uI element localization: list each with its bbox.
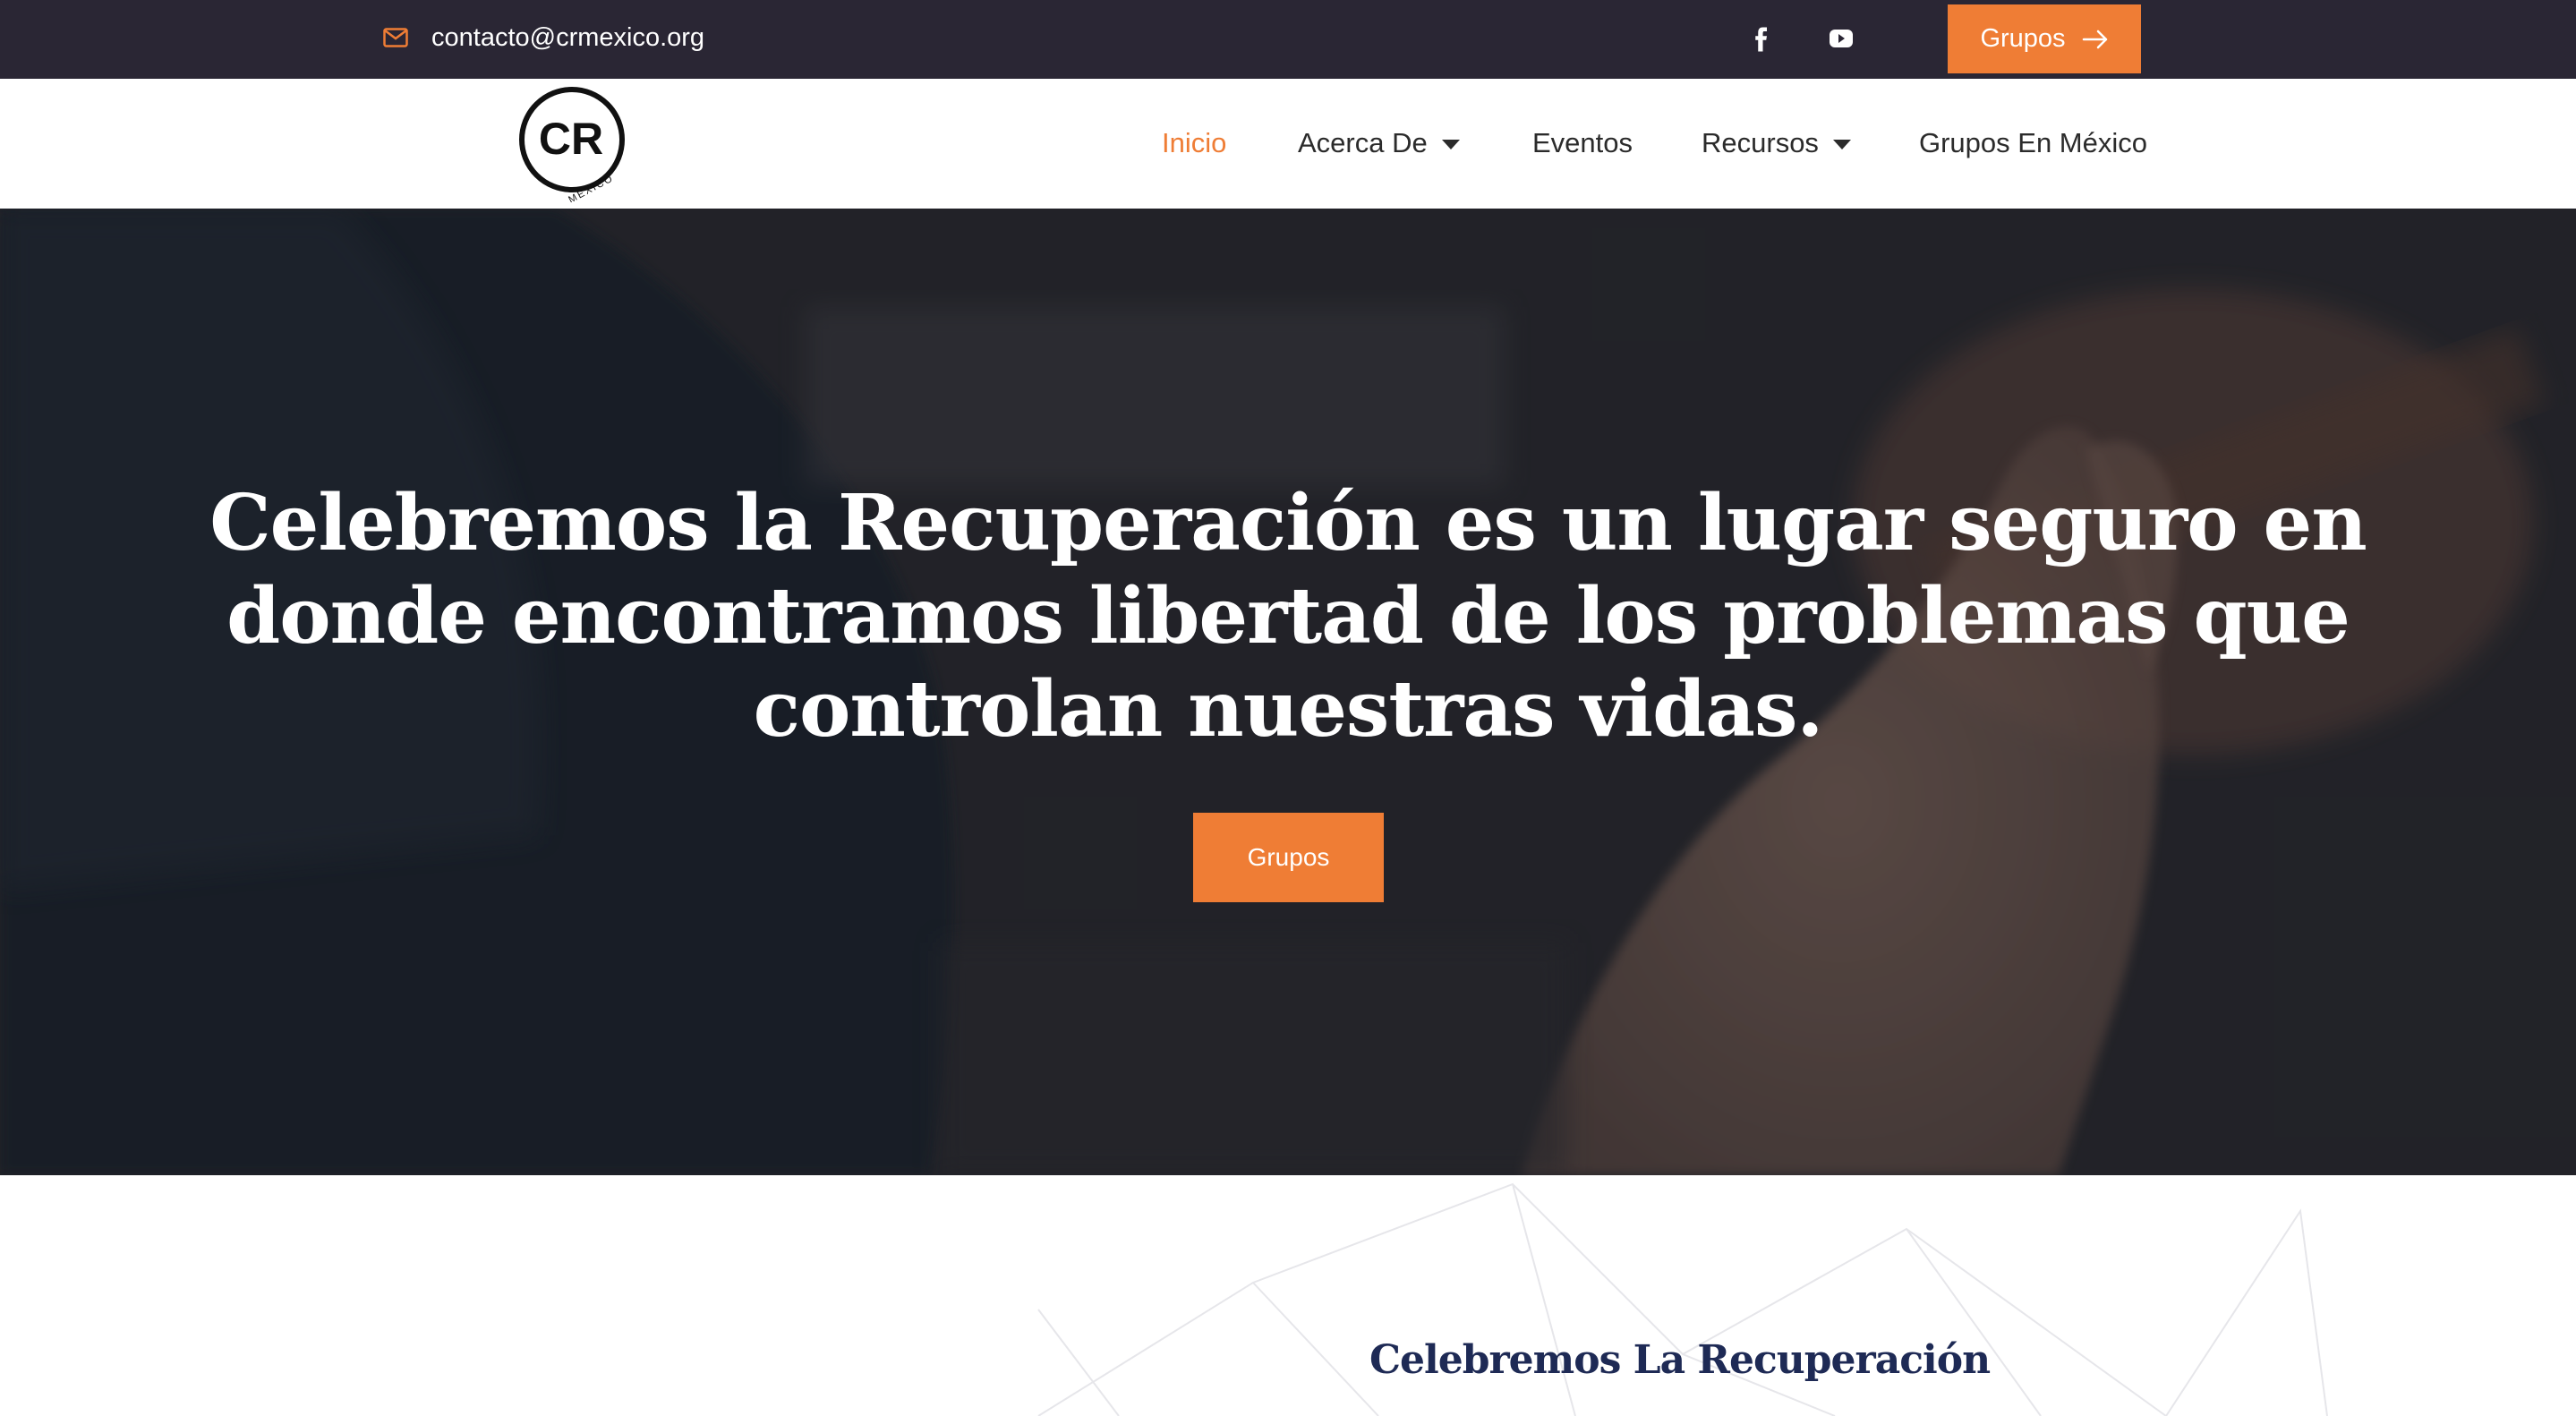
caret-down-icon	[1832, 139, 1851, 149]
nav-item-eventos[interactable]: Eventos	[1532, 124, 1633, 163]
nav-item-acerca-de[interactable]: Acerca De	[1298, 124, 1460, 163]
logo-letters: CR	[539, 114, 603, 164]
top-bar: contacto@crmexico.org Grupos	[0, 0, 2576, 79]
hero-groups-button-label: Grupos	[1247, 843, 1330, 871]
groups-top-button-label: Grupos	[1980, 24, 2066, 53]
nav-item-label: Acerca De	[1298, 127, 1428, 158]
decorative-line-pattern	[1037, 1182, 2328, 1416]
groups-top-button[interactable]: Grupos	[1948, 4, 2141, 73]
hero-groups-button[interactable]: Grupos	[1193, 813, 1384, 902]
about-heading: Celebremos La Recuperación	[1369, 1337, 1991, 1383]
arrow-right-icon	[2082, 30, 2107, 48]
about-section: Celebremos La Recuperación	[0, 1175, 2576, 1416]
contact-email-link[interactable]: contacto@crmexico.org	[431, 20, 704, 55]
facebook-icon[interactable]	[1751, 23, 1772, 55]
nav-item-recursos[interactable]: Recursos	[1702, 124, 1851, 163]
nav-item-inicio[interactable]: Inicio	[1162, 124, 1226, 163]
nav-item-label: Inicio	[1162, 127, 1227, 158]
envelope-icon[interactable]	[383, 28, 408, 47]
nav-item-grupos-en-mexico[interactable]: Grupos En México	[1919, 124, 2147, 163]
main-navbar: CR MÉXICO Inicio Acerca De Eventos Recur…	[0, 79, 2576, 209]
nav-item-label: Grupos En México	[1919, 127, 2147, 158]
hero-heading: Celebremos la Recuperación es un lugar s…	[209, 478, 2367, 755]
nav-item-label: Eventos	[1532, 127, 1633, 158]
hero-section: Celebremos la Recuperación es un lugar s…	[0, 209, 2576, 1175]
youtube-icon[interactable]	[1828, 27, 1855, 50]
nav-item-label: Recursos	[1702, 127, 1819, 158]
caret-down-icon	[1441, 139, 1460, 149]
cr-mexico-logo[interactable]: CR MÉXICO	[516, 86, 632, 202]
